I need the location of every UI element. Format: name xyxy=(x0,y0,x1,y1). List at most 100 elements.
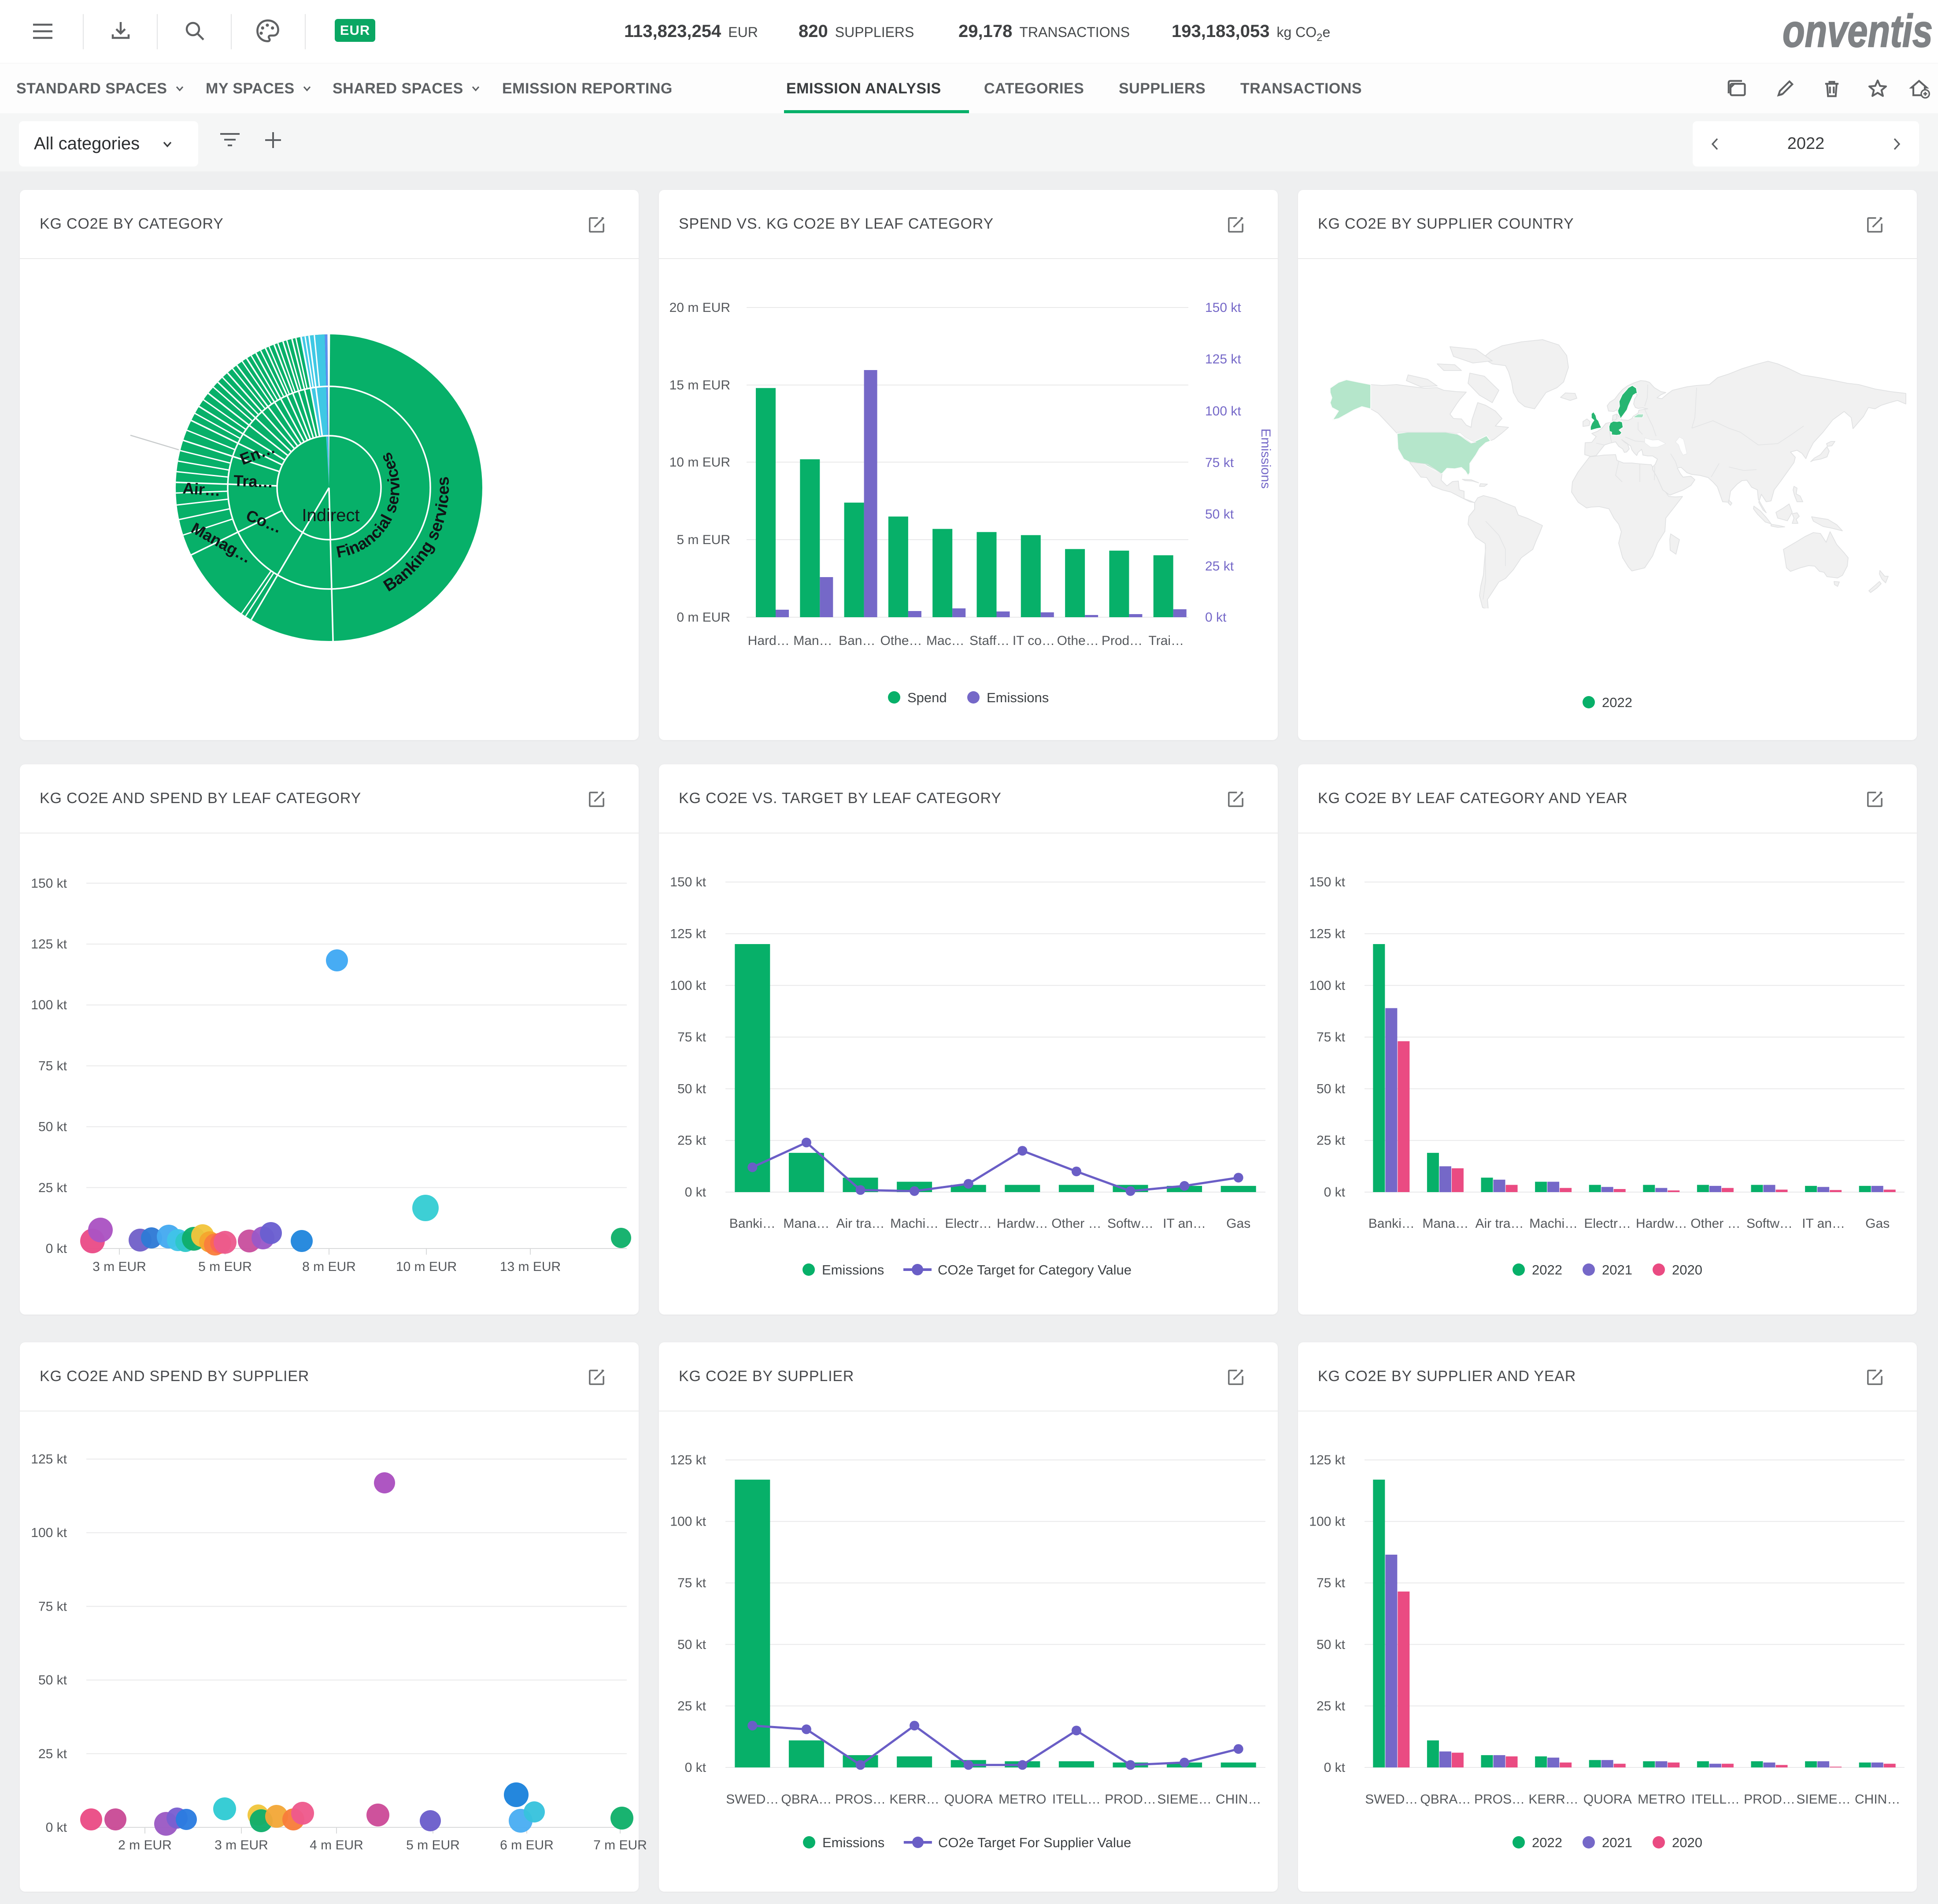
svg-text:50 kt: 50 kt xyxy=(1205,507,1234,522)
svg-text:Mana…: Mana… xyxy=(783,1216,829,1231)
svg-text:29,178TRANSACTIONS: 29,178TRANSACTIONS xyxy=(958,22,1130,41)
svg-text:100 kt: 100 kt xyxy=(1309,978,1345,993)
svg-text:Tra…: Tra… xyxy=(233,471,274,491)
svg-text:10 m EUR: 10 m EUR xyxy=(669,455,730,470)
svg-text:KERR…: KERR… xyxy=(889,1792,939,1807)
svg-text:Machi…: Machi… xyxy=(890,1216,939,1231)
svg-text:100 kt: 100 kt xyxy=(1205,404,1241,419)
svg-text:Electr…: Electr… xyxy=(945,1216,992,1231)
svg-text:125 kt: 125 kt xyxy=(1309,1453,1345,1467)
svg-text:125 kt: 125 kt xyxy=(670,1453,706,1467)
svg-text:113,823,254EUR: 113,823,254EUR xyxy=(624,22,758,41)
svg-text:PROS…: PROS… xyxy=(1474,1792,1525,1807)
svg-text:25 kt: 25 kt xyxy=(38,1747,67,1761)
svg-text:75 kt: 75 kt xyxy=(38,1599,67,1614)
svg-text:2020: 2020 xyxy=(1672,1835,1702,1850)
svg-text:25 kt: 25 kt xyxy=(1317,1134,1346,1148)
svg-text:100 kt: 100 kt xyxy=(31,1526,67,1540)
svg-text:0 kt: 0 kt xyxy=(46,1241,67,1256)
svg-text:4 m EUR: 4 m EUR xyxy=(310,1838,363,1852)
svg-text:2022: 2022 xyxy=(1532,1262,1562,1278)
svg-text:50 kt: 50 kt xyxy=(1317,1637,1346,1652)
svg-text:3 m EUR: 3 m EUR xyxy=(215,1838,268,1852)
svg-text:Emissions: Emissions xyxy=(1258,429,1273,489)
svg-text:75 kt: 75 kt xyxy=(677,1030,706,1045)
svg-text:25 kt: 25 kt xyxy=(1205,559,1234,574)
svg-text:Electr…: Electr… xyxy=(1584,1216,1631,1231)
svg-text:SIEME…: SIEME… xyxy=(1157,1792,1211,1807)
svg-text:50 kt: 50 kt xyxy=(677,1082,706,1096)
svg-text:QBRA…: QBRA… xyxy=(781,1792,832,1807)
svg-text:Air tra…: Air tra… xyxy=(836,1216,884,1231)
svg-text:Softw…: Softw… xyxy=(1107,1216,1154,1231)
svg-text:50 kt: 50 kt xyxy=(677,1637,706,1652)
svg-text:2022: 2022 xyxy=(1602,695,1632,710)
svg-text:Machi…: Machi… xyxy=(1529,1216,1578,1231)
svg-text:ITELL…: ITELL… xyxy=(1052,1792,1101,1807)
svg-text:50 kt: 50 kt xyxy=(1317,1082,1346,1096)
svg-text:100 kt: 100 kt xyxy=(670,1515,706,1529)
svg-text:50 kt: 50 kt xyxy=(38,1120,67,1134)
svg-text:Air…: Air… xyxy=(182,479,222,500)
svg-text:2020: 2020 xyxy=(1672,1262,1702,1278)
svg-text:125 kt: 125 kt xyxy=(31,937,67,952)
svg-text:Trai…: Trai… xyxy=(1149,633,1184,648)
svg-text:Gas: Gas xyxy=(1226,1216,1250,1231)
svg-text:0 kt: 0 kt xyxy=(1205,610,1227,625)
svg-text:0 kt: 0 kt xyxy=(685,1760,706,1775)
svg-text:2021: 2021 xyxy=(1602,1835,1632,1850)
svg-text:ITELL…: ITELL… xyxy=(1691,1792,1740,1807)
svg-text:75 kt: 75 kt xyxy=(1317,1576,1346,1590)
svg-text:Other …: Other … xyxy=(1690,1216,1740,1231)
svg-text:QBRA…: QBRA… xyxy=(1420,1792,1471,1807)
svg-text:Othe…: Othe… xyxy=(1057,633,1099,648)
svg-text:CO2e Target For Supplier Value: CO2e Target For Supplier Value xyxy=(938,1835,1131,1850)
svg-text:Other …: Other … xyxy=(1051,1216,1101,1231)
svg-text:5 m EUR: 5 m EUR xyxy=(406,1838,460,1852)
svg-text:0 m EUR: 0 m EUR xyxy=(677,610,730,625)
svg-text:0 kt: 0 kt xyxy=(685,1185,706,1200)
svg-text:Emissions: Emissions xyxy=(987,690,1049,705)
svg-text:0 kt: 0 kt xyxy=(1324,1185,1346,1200)
svg-text:75 kt: 75 kt xyxy=(677,1576,706,1590)
svg-text:CHIN…: CHIN… xyxy=(1855,1792,1900,1807)
svg-text:150 kt: 150 kt xyxy=(1309,875,1345,889)
svg-text:CO2e Target for Category Value: CO2e Target for Category Value xyxy=(938,1262,1132,1278)
svg-text:SWED…: SWED… xyxy=(726,1792,779,1807)
svg-text:Banki…: Banki… xyxy=(729,1216,776,1231)
svg-text:125 kt: 125 kt xyxy=(1309,927,1345,941)
svg-text:0 kt: 0 kt xyxy=(46,1820,67,1835)
svg-text:METRO: METRO xyxy=(999,1792,1046,1807)
svg-text:820SUPPLIERS: 820SUPPLIERS xyxy=(799,22,914,41)
svg-text:25 kt: 25 kt xyxy=(1317,1699,1346,1713)
svg-text:25 kt: 25 kt xyxy=(677,1134,706,1148)
svg-text:SIEME…: SIEME… xyxy=(1796,1792,1850,1807)
svg-text:Emissions: Emissions xyxy=(822,1835,884,1850)
svg-text:150 kt: 150 kt xyxy=(1205,300,1241,315)
svg-text:PROD…: PROD… xyxy=(1105,1792,1156,1807)
svg-text:IT co…: IT co… xyxy=(1013,633,1055,648)
svg-text:20 m EUR: 20 m EUR xyxy=(669,300,730,315)
svg-text:0 kt: 0 kt xyxy=(1324,1760,1346,1775)
svg-text:PROD…: PROD… xyxy=(1744,1792,1795,1807)
svg-text:75 kt: 75 kt xyxy=(38,1059,67,1073)
svg-text:75 kt: 75 kt xyxy=(1205,456,1234,470)
svg-text:Hardw…: Hardw… xyxy=(997,1216,1048,1231)
svg-text:Hardw…: Hardw… xyxy=(1636,1216,1687,1231)
svg-text:5 m EUR: 5 m EUR xyxy=(198,1259,252,1274)
svg-text:25 kt: 25 kt xyxy=(677,1699,706,1713)
svg-text:125 kt: 125 kt xyxy=(1205,352,1241,367)
svg-text:6 m EUR: 6 m EUR xyxy=(500,1838,554,1852)
svg-text:75 kt: 75 kt xyxy=(1317,1030,1346,1045)
svg-text:KERR…: KERR… xyxy=(1528,1792,1578,1807)
svg-text:8 m EUR: 8 m EUR xyxy=(302,1259,356,1274)
svg-text:125 kt: 125 kt xyxy=(670,927,706,941)
svg-text:IT an…: IT an… xyxy=(1163,1216,1206,1231)
svg-text:150 kt: 150 kt xyxy=(670,875,706,889)
svg-text:Mac…: Mac… xyxy=(926,633,965,648)
svg-text:5 m EUR: 5 m EUR xyxy=(677,533,730,547)
svg-text:50 kt: 50 kt xyxy=(38,1673,67,1688)
svg-text:2 m EUR: 2 m EUR xyxy=(118,1838,172,1852)
svg-text:PROS…: PROS… xyxy=(835,1792,886,1807)
svg-text:METRO: METRO xyxy=(1638,1792,1685,1807)
